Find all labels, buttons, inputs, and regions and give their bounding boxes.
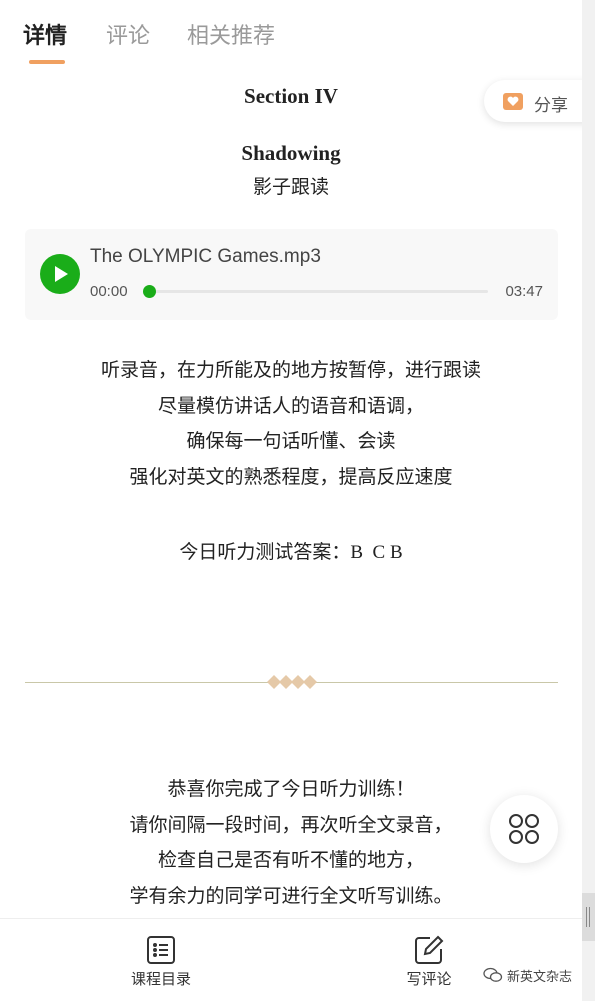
tab-bar: 详情 评论 相关推荐 xyxy=(0,0,582,70)
edit-icon xyxy=(415,935,444,964)
answer-key: 今日听力测试答案：B C B xyxy=(179,542,403,563)
instruction-line: 听录音，在力所能及的地方按暂停，进行跟读 xyxy=(100,360,481,381)
progress-knob[interactable] xyxy=(143,285,156,298)
course-catalog-label: 课程目录 xyxy=(130,971,191,988)
diamond-ornament-icon xyxy=(267,675,317,689)
scrollbar[interactable] xyxy=(582,0,595,1001)
wechat-icon xyxy=(483,967,503,982)
scrollbar-thumb[interactable] xyxy=(582,893,595,941)
tab-recommendations[interactable]: 相关推荐 xyxy=(187,18,275,50)
closing-line: 学有余力的同学可进行全文听写训练。 xyxy=(129,885,453,907)
duration: 03:47 xyxy=(505,283,543,300)
section-title: Section IV xyxy=(244,84,338,108)
closing-line: 恭喜你完成了今日听力训练！ xyxy=(167,779,415,800)
course-catalog-button[interactable]: 课程目录 xyxy=(116,935,206,989)
instruction-line: 确保每一句话听懂、会读 xyxy=(186,431,396,452)
audio-title: The OLYMPIC Games.mp3 xyxy=(90,246,321,267)
shadowing-title: Shadowing xyxy=(241,141,341,165)
audio-player: The OLYMPIC Games.mp3 00:00 03:47 xyxy=(25,229,558,320)
list-icon xyxy=(147,936,175,964)
grip-icon xyxy=(586,907,590,927)
grid-menu-icon xyxy=(509,814,539,844)
current-time: 00:00 xyxy=(90,283,128,300)
play-button[interactable] xyxy=(40,254,80,294)
play-icon xyxy=(55,266,68,282)
write-comment-button[interactable]: 写评论 xyxy=(384,935,474,989)
write-comment-label: 写评论 xyxy=(406,971,452,988)
bottom-bar: 课程目录 写评论 xyxy=(0,918,582,1002)
tab-details[interactable]: 详情 xyxy=(23,18,67,50)
closing-line: 检查自己是否有听不懂的地方， xyxy=(157,850,424,871)
progress-track[interactable] xyxy=(143,285,488,298)
watermark-text: 新英文杂志 xyxy=(507,969,573,984)
floating-menu-button[interactable] xyxy=(490,795,558,863)
tab-comments[interactable]: 评论 xyxy=(106,18,150,50)
instruction-line: 尽量模仿讲话人的语音和语调， xyxy=(157,395,424,417)
instructions: 听录音，在力所能及的地方按暂停，进行跟读 尽量模仿讲话人的语音和语调， 确保每一… xyxy=(0,353,582,495)
instruction-line: 强化对英文的熟悉程度，提高反应速度 xyxy=(129,466,453,488)
shadowing-subtitle: 影子跟读 xyxy=(252,177,329,198)
active-tab-indicator xyxy=(29,60,65,64)
